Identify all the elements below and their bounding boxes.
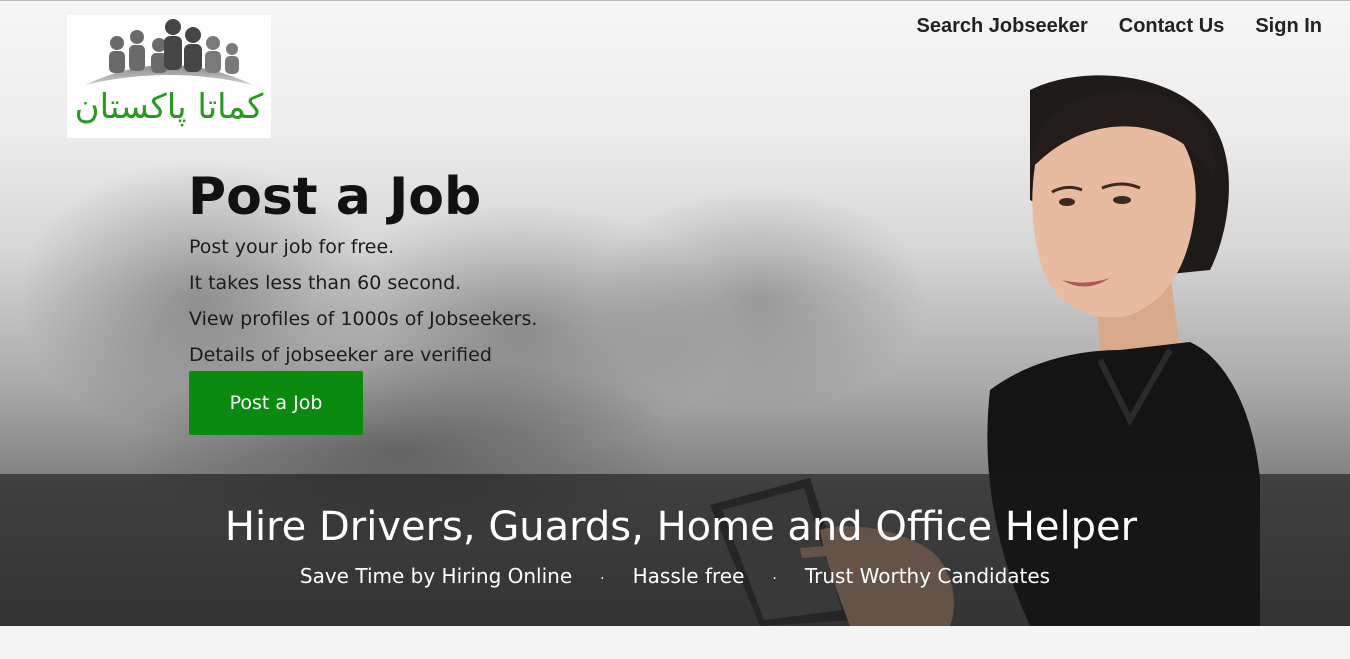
post-a-job-button[interactable]: Post a Job <box>189 371 363 435</box>
banner-point: Hassle free <box>632 564 745 588</box>
hero-banner: کماتا پاکستان Search Jobseeker Contact U… <box>0 0 1350 626</box>
nav-search-jobseeker[interactable]: Search Jobseeker <box>917 13 1088 39</box>
hero-title: Post a Job <box>188 167 482 227</box>
hire-banner-title: Hire Drivers, Guards, Home and Office He… <box>224 504 1138 550</box>
page-bottom-strip <box>0 626 1350 659</box>
hero-line: View profiles of 1000s of Jobseekers. <box>189 308 538 330</box>
kamata-pakistan-logo[interactable]: کماتا پاکستان <box>67 15 271 138</box>
hero-line: It takes less than 60 second. <box>189 272 462 294</box>
banner-point: Save Time by Hiring Online <box>299 564 573 588</box>
top-border <box>0 0 1350 1</box>
banner-point: Trust Worthy Candidates <box>804 564 1051 588</box>
hero-line: Details of jobseeker are verified <box>189 344 492 366</box>
dot-separator: · <box>772 571 777 587</box>
dot-separator: · <box>600 571 605 587</box>
nav-contact-us[interactable]: Contact Us <box>1119 13 1225 39</box>
logo-wordmark: کماتا پاکستان <box>74 87 264 127</box>
nav-sign-in[interactable]: Sign In <box>1255 13 1322 39</box>
hero-feature-list: Post your job for free. It takes less th… <box>189 229 537 373</box>
hero-line: Post your job for free. <box>189 236 395 258</box>
top-navigation: Search Jobseeker Contact Us Sign In <box>917 13 1322 39</box>
hire-banner-points: Save Time by Hiring Online · Hassle free · T… <box>0 562 1350 593</box>
